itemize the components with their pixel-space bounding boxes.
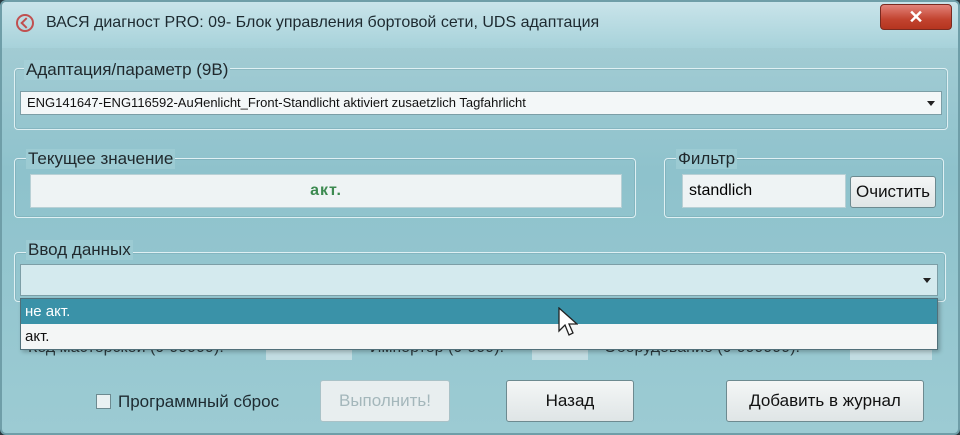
filter-input-value: standlich (689, 182, 753, 199)
mouse-cursor-icon (558, 307, 578, 336)
data-input-dropdown: не акт. акт. (20, 298, 938, 350)
app-logo-icon (16, 14, 34, 32)
chevron-down-icon[interactable] (927, 101, 935, 106)
current-value-field: акт. (30, 174, 622, 208)
adaptation-window: ВАСЯ диагност PRO: 09- Блок управления б… (0, 0, 960, 435)
window-title: ВАСЯ диагност PRO: 09- Блок управления б… (46, 14, 600, 31)
current-value-label: Текущее значение (26, 149, 176, 169)
dropdown-option[interactable]: акт. (21, 324, 937, 349)
adaptation-select-value: ENG141647-ENG116592-AuЯenlicht_Front-Sta… (27, 95, 526, 110)
current-value-text: акт. (310, 182, 342, 199)
filter-input[interactable]: standlich (682, 174, 846, 208)
data-input-select[interactable] (20, 264, 938, 296)
data-input-label: Ввод данных (26, 240, 133, 260)
back-button[interactable]: Назад (506, 380, 634, 422)
adaptation-select[interactable]: ENG141647-ENG116592-AuЯenlicht_Front-Sta… (20, 91, 942, 115)
dropdown-option[interactable]: не акт. (21, 299, 937, 324)
adaptation-group-label: Адаптация/параметр (9B) (24, 60, 231, 80)
execute-button[interactable]: Выполнить! (320, 380, 450, 422)
reset-checkbox[interactable] (96, 394, 111, 409)
clear-filter-button[interactable]: Очистить (850, 176, 936, 208)
add-to-log-button[interactable]: Добавить в журнал (726, 380, 924, 422)
filter-label: Фильтр (676, 149, 738, 169)
title-bar: ВАСЯ диагност PRO: 09- Блок управления б… (2, 2, 958, 48)
close-button[interactable]: ✕ (880, 4, 952, 30)
reset-checkbox-label: Программный сброс (118, 392, 280, 411)
chevron-down-icon[interactable] (923, 278, 931, 283)
